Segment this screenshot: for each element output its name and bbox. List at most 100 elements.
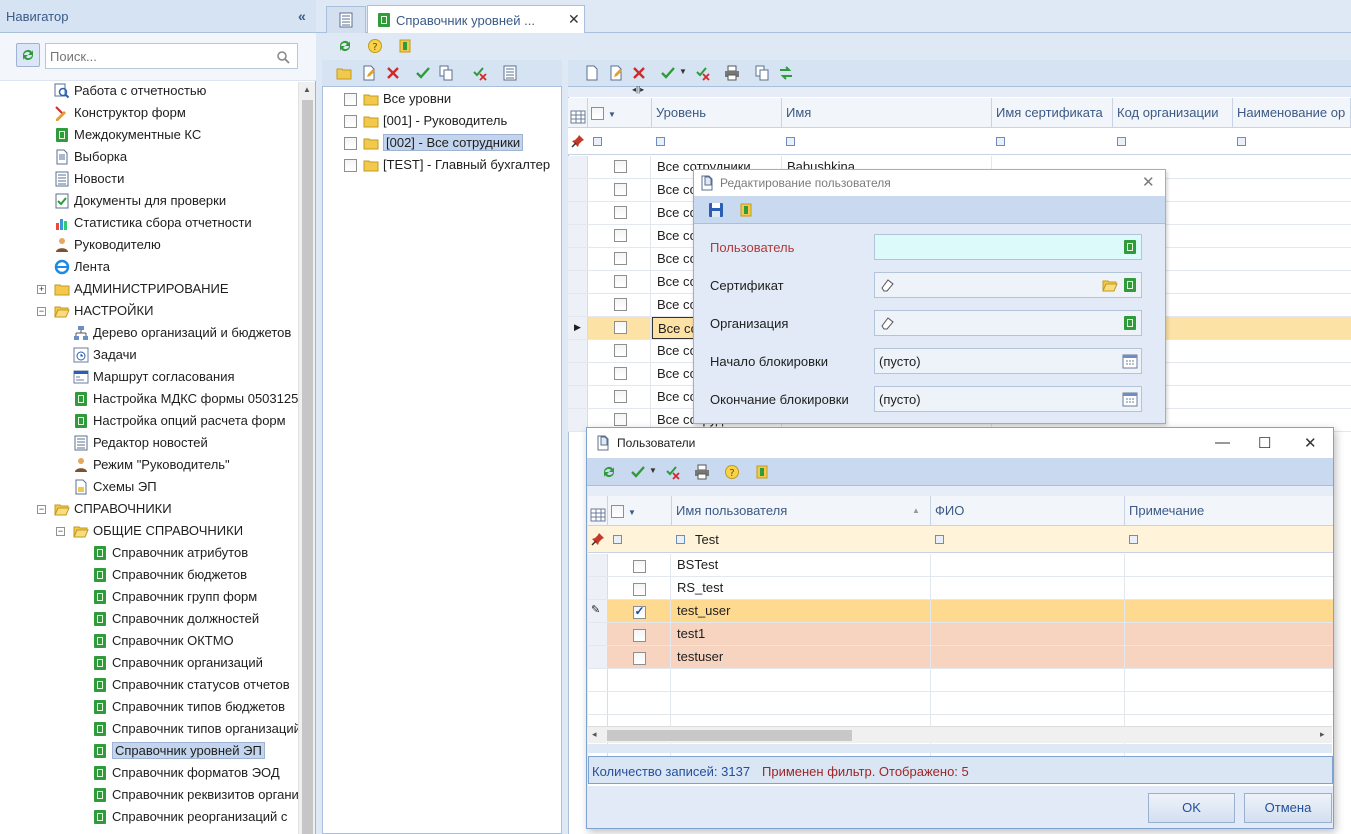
minimize-button[interactable]: — [1215, 434, 1230, 451]
clear-icon[interactable] [879, 315, 895, 331]
column-fullname[interactable]: ФИО [931, 496, 1125, 526]
row-checkbox-cell[interactable] [588, 294, 651, 316]
exit-icon[interactable] [397, 38, 413, 54]
help-icon[interactable] [724, 464, 740, 480]
filter-marker[interactable] [613, 535, 622, 544]
row-checkbox[interactable] [614, 298, 627, 312]
nav-item[interactable]: Справочник групп форм [92, 586, 257, 608]
nav-item[interactable]: Конструктор форм [54, 102, 186, 124]
nav-item[interactable]: Выборка [54, 146, 127, 168]
organization-field[interactable] [874, 310, 1142, 336]
nav-item[interactable]: Новости [54, 168, 124, 190]
pin-icon[interactable] [570, 133, 586, 149]
exit-icon[interactable] [754, 464, 770, 480]
calendar-icon[interactable] [1122, 353, 1138, 369]
navigator-scrollbar[interactable]: ▲ [298, 82, 315, 834]
nav-item[interactable]: Справочник типов организаций [92, 718, 298, 740]
row-indicator[interactable] [568, 409, 588, 431]
expand-toggle[interactable]: − [37, 307, 46, 316]
cancel-button[interactable]: Отмена [1244, 793, 1332, 823]
block-end-field[interactable]: (пусто) [874, 386, 1142, 412]
row-checkbox[interactable] [614, 160, 627, 174]
close-dialog-button[interactable]: ✕ [1142, 173, 1155, 191]
lookup-icon[interactable] [1122, 277, 1138, 293]
table-row[interactable]: RS_test [588, 577, 1333, 600]
row-checkbox-cell[interactable] [608, 623, 671, 645]
row-checkbox[interactable] [614, 321, 627, 335]
navigator-search-box[interactable] [45, 43, 298, 69]
scroll-left-arrow[interactable]: ◂ [592, 729, 597, 740]
row-checkbox[interactable] [614, 390, 627, 404]
row-checkbox[interactable] [614, 229, 627, 243]
level-item[interactable]: [001] - Руководитель [344, 110, 507, 132]
pin-icon[interactable] [590, 531, 606, 547]
nav-item[interactable]: Настройка опций расчета форм [73, 410, 286, 432]
nav-item[interactable]: Режим "Руководитель" [73, 454, 230, 476]
chevron-down-icon[interactable]: ▼ [628, 508, 636, 517]
filter-marker[interactable] [786, 137, 795, 146]
nav-item[interactable]: Лента [54, 256, 110, 278]
expand-toggle[interactable]: − [56, 527, 65, 536]
level-item[interactable]: Все уровни [344, 88, 451, 110]
table-row[interactable]: testuser [588, 646, 1333, 669]
grid-select-icon[interactable] [570, 109, 586, 125]
level-checkbox[interactable] [344, 115, 357, 129]
nav-item[interactable]: АДМИНИСТРИРОВАНИЕ [54, 278, 229, 300]
nav-item[interactable]: Справочник типов бюджетов [92, 696, 285, 718]
row-checkbox-cell[interactable] [588, 386, 651, 408]
row-checkbox-cell[interactable] [588, 248, 651, 270]
open-folder-icon[interactable] [1102, 277, 1118, 293]
close-dialog-button[interactable]: ✕ [1304, 434, 1317, 452]
row-checkbox[interactable] [632, 604, 646, 620]
row-checkbox-cell[interactable] [588, 225, 651, 247]
grid-column-header[interactable]: Имя сертификата [992, 98, 1113, 128]
print-icon[interactable] [694, 464, 710, 480]
row-indicator[interactable] [588, 623, 608, 645]
row-checkbox[interactable] [614, 344, 627, 358]
edit-icon[interactable] [361, 65, 377, 81]
search-input[interactable] [46, 44, 266, 68]
row-checkbox[interactable] [614, 252, 627, 266]
row-indicator[interactable] [568, 294, 588, 316]
column-scroll-strip[interactable] [588, 486, 1333, 496]
row-checkbox[interactable] [614, 367, 627, 381]
filter-marker[interactable] [935, 535, 944, 544]
delete-icon[interactable] [631, 65, 647, 81]
row-checkbox-cell[interactable] [588, 156, 651, 178]
select-all-column[interactable]: ▼ [608, 496, 672, 526]
uncheck-icon[interactable] [665, 464, 681, 480]
grid-column-header[interactable]: Уровень [652, 98, 782, 128]
nav-item[interactable]: Руководителю [54, 234, 161, 256]
nav-item[interactable]: Маршрут согласования [73, 366, 235, 388]
nav-item[interactable]: Справочник реорганизаций с [92, 806, 287, 828]
block-start-field[interactable]: (пусто) [874, 348, 1142, 374]
add-folder-icon[interactable] [336, 65, 352, 81]
nav-item[interactable]: Справочник бюджетов [92, 564, 247, 586]
row-indicator[interactable] [568, 340, 588, 362]
user-field[interactable] [874, 234, 1142, 260]
nav-item[interactable]: Справочник должностей [92, 608, 259, 630]
nav-item[interactable]: Настройка МДКС формы 0503125 [73, 388, 298, 410]
row-indicator[interactable] [568, 202, 588, 224]
hscroll-thumb[interactable] [607, 730, 852, 741]
nav-item[interactable]: Редактор новостей [73, 432, 208, 454]
select-all-checkbox[interactable] [591, 107, 604, 121]
row-checkbox-cell[interactable] [588, 317, 651, 339]
chevron-down-icon[interactable]: ▼ [649, 466, 657, 475]
grid-select-icon[interactable] [590, 507, 606, 523]
column-username[interactable]: Имя пользователя ▲ [672, 496, 931, 526]
level-item[interactable]: [002] - Все сотрудники [344, 132, 524, 154]
row-indicator[interactable] [588, 554, 608, 576]
nav-item[interactable]: Справочник форматов ЭОД [92, 762, 280, 784]
lookup-icon[interactable] [1122, 315, 1138, 331]
row-indicator[interactable] [568, 363, 588, 385]
nav-item[interactable]: Междокументные КС [54, 124, 201, 146]
uncheck-icon[interactable] [695, 65, 711, 81]
nav-item[interactable]: Работа с отчетностью [54, 82, 206, 102]
users-grid-splitter[interactable] [587, 744, 1332, 753]
level-checkbox[interactable] [344, 93, 357, 107]
grid-column-header[interactable]: Наименование ор [1233, 98, 1351, 128]
new-doc-icon[interactable] [584, 65, 600, 81]
expand-toggle[interactable]: + [37, 285, 46, 294]
table-row[interactable]: ✎ test_user [588, 600, 1333, 623]
